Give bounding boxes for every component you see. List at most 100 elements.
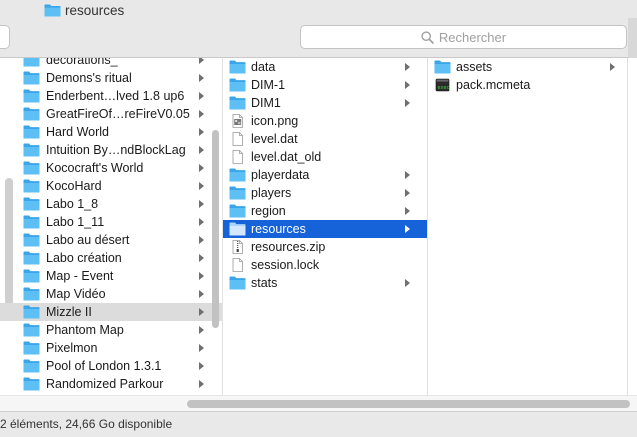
item-label: Map - Event [46, 269, 114, 283]
toolbar-button[interactable] [0, 25, 10, 49]
folder-icon [23, 179, 40, 193]
chevron-right-icon [405, 81, 410, 89]
folder-icon [23, 143, 40, 157]
chevron-right-icon [199, 254, 204, 262]
item-label: Intuition By…ndBlockLag [46, 143, 186, 157]
folder-row-kococraft-s-world[interactable]: Kococraft's World [0, 159, 222, 177]
chevron-right-icon [199, 128, 204, 136]
chevron-right-icon [199, 380, 204, 388]
file-row-level-dat[interactable]: level.dat [223, 130, 427, 148]
folder-row-labo-au-d-sert[interactable]: Labo au désert [0, 231, 222, 249]
folder-row-stats[interactable]: stats [223, 274, 427, 292]
item-label: data [251, 60, 276, 74]
folder-row-dim1[interactable]: DIM1 [223, 94, 427, 112]
folder-icon [23, 305, 40, 319]
folder-icon [23, 251, 40, 265]
chevron-right-icon [199, 362, 204, 370]
item-label: Labo au désert [46, 233, 130, 247]
folder-icon [23, 125, 40, 139]
folder-icon [229, 276, 246, 290]
file-row-session-lock[interactable]: session.lock [223, 256, 427, 274]
folder-icon [23, 215, 40, 229]
file-row-resources-zip[interactable]: resources.zip [223, 238, 427, 256]
folder-row-players[interactable]: players [223, 184, 427, 202]
folder-row-resources[interactable]: resources [223, 220, 427, 238]
column-resources-list: assets exec pack.mcmeta [428, 58, 627, 94]
folder-icon [23, 89, 40, 103]
item-label: pack.mcmeta [456, 78, 531, 92]
folder-row-pool-of-london-1-3-1[interactable]: Pool of London 1.3.1 [0, 357, 222, 375]
column-worlds-list: decorations_ Demons's ritual Enderbent…lve… [0, 58, 222, 393]
folder-row-pixelmon[interactable]: Pixelmon [0, 339, 222, 357]
zip-file-icon [232, 240, 243, 254]
folder-icon [23, 341, 40, 355]
folder-icon [229, 60, 246, 74]
search-icon [421, 30, 434, 44]
chevron-right-icon [405, 63, 410, 71]
folder-row-labo-cr-ation[interactable]: Labo création [0, 249, 222, 267]
folder-icon [229, 222, 246, 236]
file-row-icon-png[interactable]: icon.png [223, 112, 427, 130]
chevron-right-icon [199, 200, 204, 208]
folder-row-demons-s-ritual[interactable]: Demons's ritual [0, 69, 222, 87]
item-label: Map Vidéo [46, 287, 106, 301]
folder-icon [23, 161, 40, 175]
item-label: decorations_ [46, 58, 118, 67]
file-row-level-dat-old[interactable]: level.dat_old [223, 148, 427, 166]
folder-row-map-vid-o[interactable]: Map Vidéo [0, 285, 222, 303]
executable-file-icon: exec [435, 78, 450, 92]
horizontal-scrollbar-thumb[interactable] [187, 400, 630, 408]
item-label: region [251, 204, 286, 218]
item-label: Randomized Parkour [46, 377, 164, 391]
folder-row-region[interactable]: region [223, 202, 427, 220]
folder-row-playerdata[interactable]: playerdata [223, 166, 427, 184]
chevron-right-icon [199, 58, 204, 64]
file-row-pack-mcmeta[interactable]: exec pack.mcmeta [428, 76, 627, 94]
folder-icon [44, 4, 61, 16]
chevron-right-icon [199, 236, 204, 244]
folder-icon [23, 377, 40, 391]
folder-row-data[interactable]: data [223, 58, 427, 76]
chevron-right-icon [199, 74, 204, 82]
chevron-right-icon [199, 344, 204, 352]
item-label: session.lock [251, 258, 320, 272]
folder-row-phantom-map[interactable]: Phantom Map [0, 321, 222, 339]
horizontal-scrollbar [0, 395, 637, 411]
chevron-right-icon [405, 225, 410, 233]
column-worlds: decorations_ Demons's ritual Enderbent…lve… [0, 58, 222, 395]
folder-row-intuition-by-ndblocklag[interactable]: Intuition By…ndBlockLag [0, 141, 222, 159]
item-label: Enderbent…lved 1.8 up6 [46, 89, 185, 103]
folder-row-greatfireof-refirev0-05[interactable]: GreatFireOf…reFireV0.05 [0, 105, 222, 123]
item-label: Demons's ritual [46, 71, 132, 85]
window-title-text: resources [65, 2, 125, 18]
folder-row-hard-world[interactable]: Hard World [0, 123, 222, 141]
column-resources: assets exec pack.mcmeta [427, 58, 627, 395]
item-label: Mizzle II [46, 305, 92, 319]
folder-row-enderbent-lved-1-8-up6[interactable]: Enderbent…lved 1.8 up6 [0, 87, 222, 105]
folder-row-labo-1-8[interactable]: Labo 1_8 [0, 195, 222, 213]
folder-icon [23, 197, 40, 211]
chevron-right-icon [199, 182, 204, 190]
folder-row-labo-1-11[interactable]: Labo 1_11 [0, 213, 222, 231]
folder-row-decorations[interactable]: decorations_ [0, 58, 222, 69]
folder-icon [229, 168, 246, 182]
folder-icon [23, 107, 40, 121]
search-field[interactable]: Rechercher [300, 25, 627, 49]
folder-row-assets[interactable]: assets [428, 58, 627, 76]
image-file-icon [232, 114, 243, 128]
column-world-contents: data DIM-1 DIM1 icon.png level.dat level.dat_… [222, 58, 427, 395]
item-label: level.dat_old [251, 150, 322, 164]
folder-row-kocohard[interactable]: KocoHard [0, 177, 222, 195]
folder-row-mizzle-ii[interactable]: Mizzle II [0, 303, 222, 321]
item-label: Labo création [46, 251, 122, 265]
column-world-contents-list: data DIM-1 DIM1 icon.png level.dat level.dat_… [223, 58, 427, 292]
column-worlds-scrollbar[interactable] [212, 130, 219, 328]
folder-row-dim-1[interactable]: DIM-1 [223, 76, 427, 94]
item-label: assets [456, 60, 493, 74]
search-placeholder: Rechercher [438, 29, 507, 45]
folder-row-randomized-parkour[interactable]: Randomized Parkour [0, 375, 222, 393]
folder-row-map-event[interactable]: Map - Event [0, 267, 222, 285]
item-label: resources.zip [251, 240, 326, 254]
item-label: KocoHard [46, 179, 102, 193]
item-label: playerdata [251, 168, 310, 182]
